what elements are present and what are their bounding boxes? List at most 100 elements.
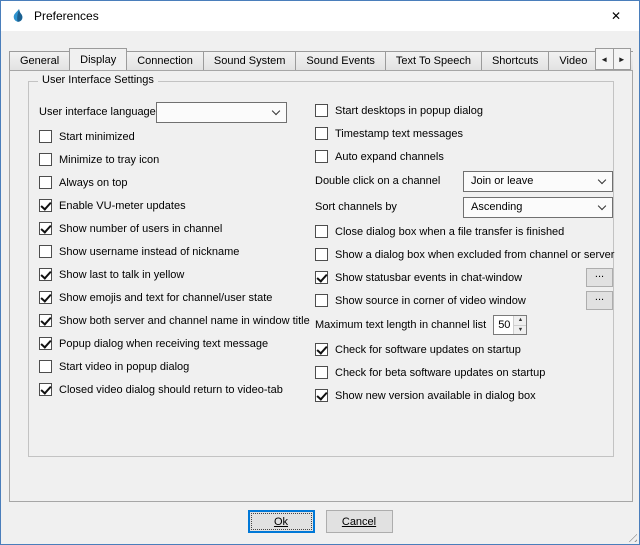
tab-general[interactable]: General [9,51,70,70]
language-row: User interface language [39,99,311,125]
double-click-row: Double click on a channel Join or leave [315,168,613,194]
checkbox[interactable] [315,366,328,379]
close-icon: ✕ [611,9,621,23]
spinner-value[interactable]: 50 [494,316,513,334]
checkbox-label: Show username instead of nickname [59,246,239,258]
tab-strip: General Display Connection Sound System … [9,47,633,70]
sort-channels-value: Ascending [471,201,522,213]
checkbox[interactable] [39,291,52,304]
checkbox-label: Show new version available in dialog box [335,390,536,402]
chevron-down-icon [598,175,606,183]
checkbox[interactable] [315,294,328,307]
display-tab-page: User Interface Settings User interface l… [9,70,633,502]
max-text-length-row: Maximum text length in channel list 50 ▲… [315,312,613,338]
checkbox-row[interactable]: Close dialog box when a file transfer is… [315,220,613,243]
checkbox[interactable] [39,314,52,327]
checkbox-label: Auto expand channels [335,151,444,163]
statusbar-events-config-button[interactable]: ... [586,268,613,287]
checkbox-row[interactable]: Show emojis and text for channel/user st… [39,286,311,309]
checkbox-row[interactable]: Show last to talk in yellow [39,263,311,286]
checkbox-row[interactable]: Closed video dialog should return to vid… [39,378,311,401]
chevron-down-icon [598,201,606,209]
checkbox-label: Show a dialog box when excluded from cha… [335,249,614,261]
spinner-up-icon[interactable]: ▲ [514,316,526,325]
chevron-down-icon [272,106,280,114]
group-title: User Interface Settings [38,74,158,86]
window-title: Preferences [34,9,99,23]
checkbox[interactable] [39,360,52,373]
checkbox[interactable] [39,245,52,258]
checkbox[interactable] [315,248,328,261]
checkbox[interactable] [315,127,328,140]
tab-connection[interactable]: Connection [126,51,204,70]
checkbox-label: Close dialog box when a file transfer is… [335,226,564,238]
close-button[interactable]: ✕ [593,1,639,31]
checkbox-row[interactable]: Show both server and channel name in win… [39,309,311,332]
checkbox-row[interactable]: Popup dialog when receiving text message [39,332,311,355]
checkbox-label: Show number of users in channel [59,223,222,235]
tab-sound-events[interactable]: Sound Events [295,51,386,70]
checkbox-label: Popup dialog when receiving text message [59,338,268,350]
video-source-row[interactable]: Show source in corner of video window ..… [315,289,613,312]
checkbox-label: Start desktops in popup dialog [335,105,483,117]
max-text-length-label: Maximum text length in channel list [315,319,486,331]
dialog-footer: Ok Cancel [1,510,639,533]
checkbox-row[interactable]: Start video in popup dialog [39,355,311,378]
app-icon [10,8,26,24]
max-text-length-spinner[interactable]: 50 ▲ ▼ [493,315,527,335]
checkbox-row[interactable]: Show username instead of nickname [39,240,311,263]
checkbox[interactable] [39,268,52,281]
checkbox-row[interactable]: Minimize to tray icon [39,148,311,171]
checkbox[interactable] [315,343,328,356]
cancel-button[interactable]: Cancel [326,510,393,533]
checkbox-row[interactable]: Check for beta software updates on start… [315,361,613,384]
sort-channels-row: Sort channels by Ascending [315,194,613,220]
checkbox-row[interactable]: Show number of users in channel [39,217,311,240]
checkbox[interactable] [39,383,52,396]
checkbox-label: Start minimized [59,131,135,143]
tab-text-to-speech[interactable]: Text To Speech [385,51,482,70]
tab-scroll-left-icon[interactable]: ◄ [595,48,614,70]
checkbox-label: Closed video dialog should return to vid… [59,384,283,396]
checkbox-row[interactable]: Enable VU-meter updates [39,194,311,217]
checkbox-row[interactable]: Always on top [39,171,311,194]
double-click-value: Join or leave [471,175,533,187]
checkbox-label: Minimize to tray icon [59,154,159,166]
tab-shortcuts[interactable]: Shortcuts [481,51,549,70]
statusbar-events-row[interactable]: Show statusbar events in chat-window ... [315,266,613,289]
tab-sound-system[interactable]: Sound System [203,51,297,70]
checkbox[interactable] [39,337,52,350]
checkbox[interactable] [315,389,328,402]
checkbox-row[interactable]: Auto expand channels [315,145,613,168]
sort-channels-select[interactable]: Ascending [463,197,613,218]
checkbox-label: Show statusbar events in chat-window [335,272,522,284]
video-source-config-button[interactable]: ... [586,291,613,310]
checkbox-row[interactable]: Show new version available in dialog box [315,384,613,407]
checkbox-label: Check for beta software updates on start… [335,367,545,379]
checkbox-row[interactable]: Timestamp text messages [315,122,613,145]
checkbox[interactable] [315,225,328,238]
checkbox-row[interactable]: Show a dialog box when excluded from cha… [315,243,613,266]
checkbox[interactable] [39,130,52,143]
tab-scroll-right-icon[interactable]: ► [613,48,632,70]
checkbox-row[interactable]: Check for software updates on startup [315,338,613,361]
checkbox[interactable] [315,271,328,284]
checkbox[interactable] [315,150,328,163]
user-interface-settings-group: User Interface Settings User interface l… [28,81,614,457]
checkbox-label: Timestamp text messages [335,128,463,140]
double-click-select[interactable]: Join or leave [463,171,613,192]
checkbox[interactable] [39,176,52,189]
checkbox-row[interactable]: Start minimized [39,125,311,148]
checkbox-row[interactable]: Start desktops in popup dialog [315,99,613,122]
ok-button[interactable]: Ok [248,510,315,533]
checkbox[interactable] [315,104,328,117]
tab-display[interactable]: Display [69,48,127,70]
language-select[interactable] [156,102,287,123]
checkbox-label: Show both server and channel name in win… [59,315,310,327]
spinner-down-icon[interactable]: ▼ [514,325,526,335]
right-column: Start desktops in popup dialog Timestamp… [315,99,613,407]
checkbox[interactable] [39,199,52,212]
checkbox[interactable] [39,222,52,235]
language-label: User interface language [39,106,156,118]
checkbox[interactable] [39,153,52,166]
